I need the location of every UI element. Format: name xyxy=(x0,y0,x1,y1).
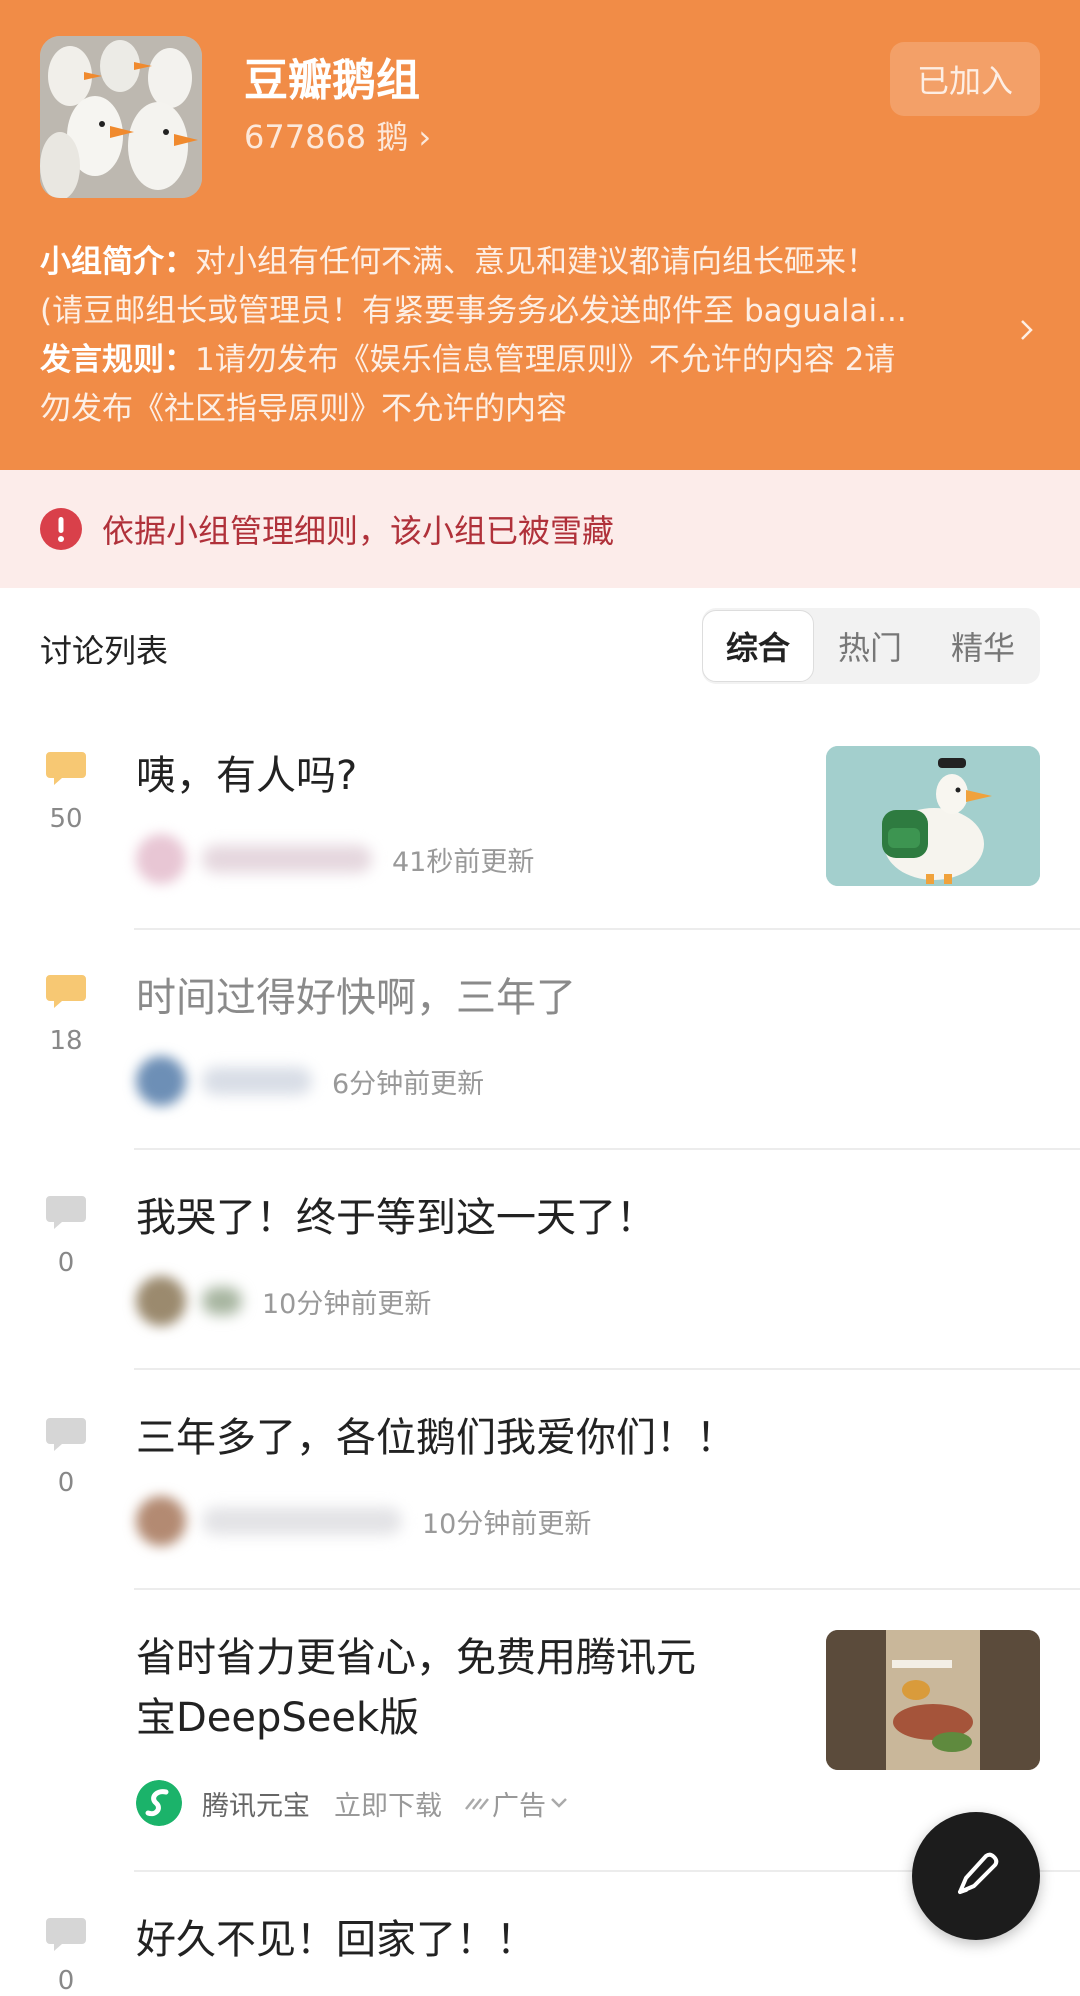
intro-line: 小组简介：对小组有任何不满、意见和建议都请向组长砸来！ xyxy=(40,238,1000,287)
sort-tabs: 综合 热门 精华 xyxy=(702,608,1040,684)
intro-text: 对小组有任何不满、意见和建议都请向组长砸来！ xyxy=(195,244,877,280)
post-thumbnail[interactable] xyxy=(826,746,1040,886)
post-meta: 10分钟前更新 xyxy=(136,1496,591,1546)
update-time: 10分钟前更新 xyxy=(262,1288,432,1320)
comment-count: 0 xyxy=(57,1468,75,1498)
pen-icon xyxy=(958,1852,999,1894)
post-meta: 6分钟前更新 xyxy=(136,1056,484,1106)
banner-text: 依据小组管理细则，该小组已被雪藏 xyxy=(102,512,615,550)
comment-count: 50 xyxy=(49,804,83,834)
member-count[interactable]: 677868 鹅 › xyxy=(244,112,431,158)
comment-icon xyxy=(46,975,86,1008)
rules-line: 发言规则：1请勿发布《娱乐信息管理原则》不允许的内容 2请 xyxy=(40,336,1000,385)
comment-icon xyxy=(46,752,86,785)
geese-image xyxy=(40,36,202,198)
ad-title-line: 宝DeepSeek版 xyxy=(136,1695,420,1741)
divider xyxy=(134,1368,1080,1370)
post-title[interactable]: 三年多了，各位鹅们我爱你们！！ xyxy=(136,1408,736,1468)
intro-line-2: (请豆邮组长或管理员！有紧要事务务必发送邮件至 bagualai... xyxy=(40,293,907,329)
rules-text: 1请勿发布《娱乐信息管理原则》不允许的内容 2请 xyxy=(195,342,896,378)
tab-hot[interactable]: 热门 xyxy=(814,608,926,684)
rules-line-2: 勿发布《社区指导原则》不允许的内容 xyxy=(40,391,567,427)
chevron-right-icon: › xyxy=(418,118,432,156)
divider xyxy=(134,1588,1080,1590)
ad-tag[interactable]: 广告 xyxy=(464,1784,572,1823)
comment-count: 0 xyxy=(57,1248,75,1278)
comment-count: 0 xyxy=(57,1966,75,1996)
update-time: 41秒前更新 xyxy=(392,846,535,878)
list-title: 讨论列表 xyxy=(40,632,169,670)
divider xyxy=(134,1148,1080,1150)
advertiser-name[interactable]: 腾讯元宝 xyxy=(202,1784,310,1823)
member-count-text: 677868 鹅 xyxy=(244,118,409,156)
divider xyxy=(134,928,1080,930)
comment-icon xyxy=(46,1418,86,1451)
ad-title[interactable]: 省时省力更省心，免费用腾讯元 宝DeepSeek版 xyxy=(136,1628,696,1748)
update-time: 6分钟前更新 xyxy=(332,1068,485,1100)
avatar[interactable] xyxy=(136,1276,186,1326)
group-name: 豆瓣鹅组 xyxy=(244,55,420,106)
rules-label: 发言规则： xyxy=(40,342,195,378)
compose-button[interactable] xyxy=(912,1812,1040,1940)
ad-thumbnail[interactable] xyxy=(826,1630,1040,1770)
avatar[interactable] xyxy=(136,1056,186,1106)
ad-title-line: 省时省力更省心，免费用腾讯元 xyxy=(136,1635,696,1681)
update-time: 10分钟前更新 xyxy=(422,1508,592,1540)
post-title[interactable]: 好久不见！回家了！！ xyxy=(136,1910,536,1970)
tab-featured[interactable]: 精华 xyxy=(926,608,1040,684)
comment-icon xyxy=(46,1918,86,1951)
author-name[interactable] xyxy=(202,1067,312,1095)
hidden-notice-banner: 依据小组管理细则，该小组已被雪藏 xyxy=(0,470,1080,588)
avatar[interactable] xyxy=(136,834,186,884)
yuanbao-logo-icon xyxy=(136,1780,182,1826)
post-title[interactable]: 我哭了！终于等到这一天了！ xyxy=(136,1188,656,1248)
post-title[interactable]: 咦，有人吗? xyxy=(136,746,357,806)
tab-comprehensive[interactable]: 综合 xyxy=(702,610,814,682)
joined-button[interactable]: 已加入 xyxy=(890,42,1040,116)
post-meta: 41秒前更新 xyxy=(136,834,534,884)
download-link[interactable]: 立即下载 xyxy=(334,1784,442,1823)
avatar[interactable] xyxy=(136,1496,186,1546)
post-title[interactable]: 时间过得好快啊，三年了 xyxy=(136,968,576,1028)
chevron-down-icon xyxy=(551,1798,567,1808)
group-intro[interactable]: 小组简介：对小组有任何不满、意见和建议都请向组长砸来！ (请豆邮组长或管理员！有… xyxy=(40,238,1000,434)
chevron-right-icon[interactable] xyxy=(1014,318,1038,342)
post-meta: 10分钟前更新 xyxy=(136,1276,431,1326)
goose-toy-image xyxy=(826,746,1040,886)
ad-mark-icon xyxy=(465,1798,489,1810)
intro-label: 小组简介： xyxy=(40,244,195,280)
ad-meta: 腾讯元宝 立即下载 广告 xyxy=(136,1778,572,1828)
food-image xyxy=(826,1630,1040,1770)
comment-count: 18 xyxy=(49,1026,83,1056)
warning-icon xyxy=(40,508,82,550)
group-header: 豆瓣鹅组 677868 鹅 › 已加入 小组简介：对小组有任何不满、意见和建议都请… xyxy=(0,0,1080,470)
author-name[interactable] xyxy=(202,1287,242,1315)
ad-label: 广告 xyxy=(492,1790,546,1822)
comment-icon xyxy=(46,1196,86,1229)
author-name[interactable] xyxy=(202,1507,402,1535)
group-avatar[interactable] xyxy=(40,36,202,198)
author-name[interactable] xyxy=(202,845,372,873)
